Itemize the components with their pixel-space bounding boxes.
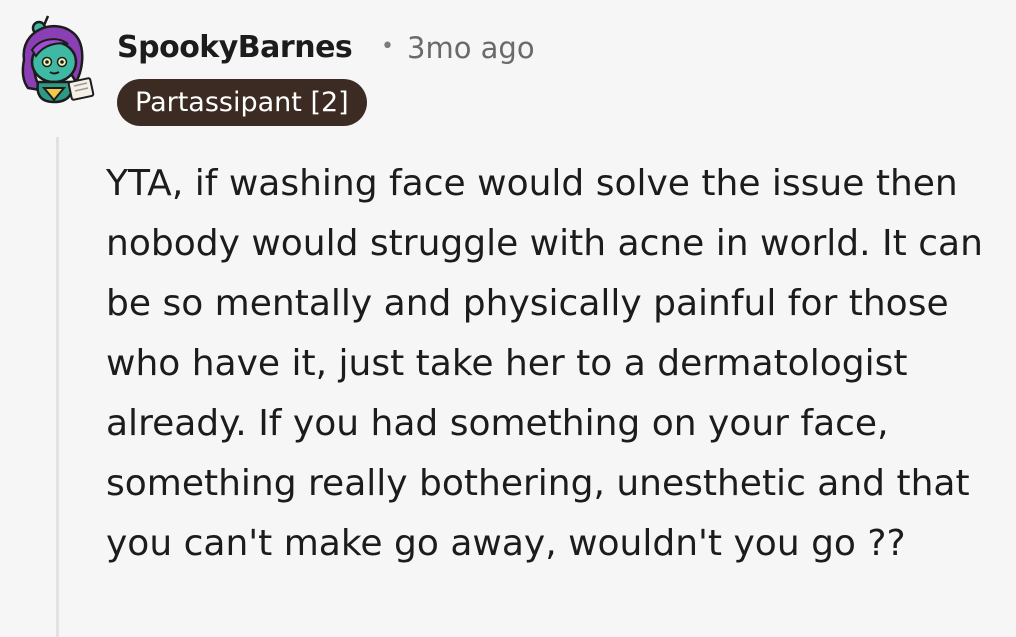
comment: SpookyBarnes • 3mo ago Partassipant [2] …: [0, 0, 1016, 637]
meta-separator: •: [381, 34, 394, 59]
comment-body: YTA, if washing face would solve the iss…: [106, 163, 983, 564]
thread-collapse-line[interactable]: [56, 137, 59, 637]
comment-timestamp[interactable]: 3mo ago: [407, 31, 535, 65]
user-flair-badge: Partassipant [2]: [117, 79, 367, 126]
username-link[interactable]: SpookyBarnes: [117, 30, 353, 65]
user-avatar-icon[interactable]: [14, 10, 100, 106]
